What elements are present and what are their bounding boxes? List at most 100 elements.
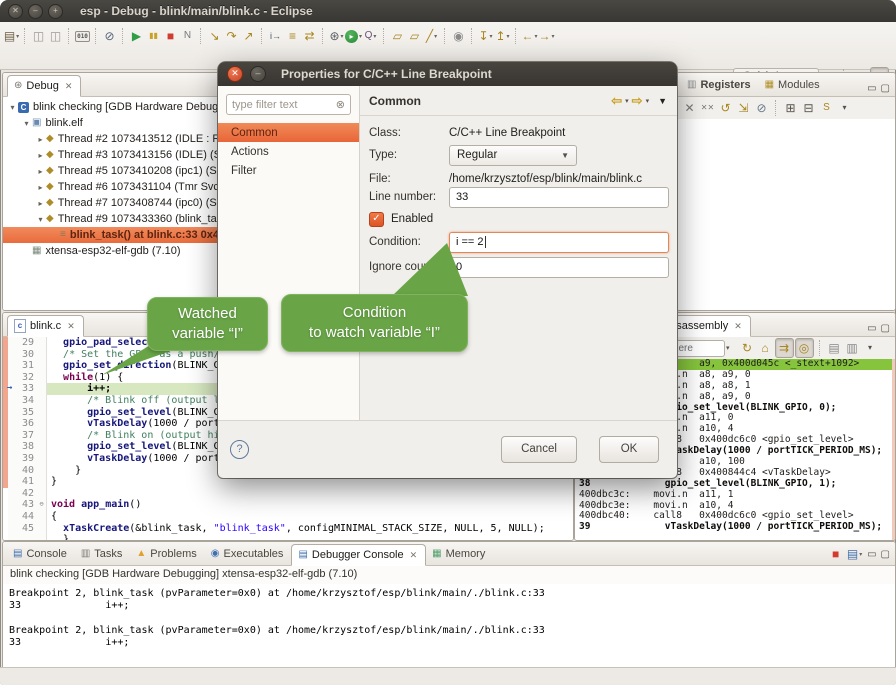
close-icon[interactable]: ✕ [65, 81, 73, 92]
disassembly-line[interactable]: 400dbc3c: movi.n a11, 1 [575, 490, 892, 501]
refresh-icon[interactable]: ↻ [739, 339, 756, 357]
dialog-close-button[interactable]: ✕ [227, 66, 243, 82]
search-icon[interactable]: ╱▾ [423, 27, 440, 45]
enabled-checkbox[interactable]: ✓ [369, 212, 384, 227]
open-console-icon[interactable]: ▤▾ [846, 545, 863, 563]
open-new-view-icon[interactable]: ▤ [826, 339, 843, 357]
back-icon[interactable]: ←▾ [521, 27, 538, 45]
run-icon[interactable]: ▸▾ [345, 27, 362, 45]
window-close-button[interactable]: ✕ [8, 4, 23, 19]
ignore-count-input[interactable]: 0 [449, 257, 669, 278]
tab-debugger-console[interactable]: ▤Debugger Console✕ [291, 544, 426, 566]
filter-input[interactable]: type filter text ⊗ [226, 94, 351, 115]
code-line[interactable]: } [3, 534, 573, 540]
home-icon[interactable]: ⌂ [757, 339, 774, 357]
view-menu-icon[interactable]: ▼ [658, 96, 667, 106]
console-output[interactable]: Breakpoint 2, blink_task (pvParameter=0x… [3, 584, 895, 668]
tab-debug[interactable]: ⊛ Debug ✕ [7, 75, 81, 97]
close-icon[interactable]: ✕ [67, 321, 75, 332]
line-number-input[interactable]: 33 [449, 187, 669, 208]
view-menu-icon[interactable]: ▾ [836, 99, 853, 117]
step-over-icon[interactable]: ↷ [223, 27, 240, 45]
show-columns-icon[interactable]: S [818, 99, 835, 117]
tab-tasks[interactable]: ▥Tasks [75, 543, 131, 565]
line-number[interactable]: 37 [8, 430, 37, 442]
line-number[interactable]: 32 [8, 372, 37, 384]
remove-launch-icon[interactable]: ■ [827, 545, 844, 563]
resume-icon[interactable]: ▶ [128, 27, 145, 45]
tab-blink-c[interactable]: c blink.c ✕ [7, 315, 84, 337]
remove-all-register-groups-icon[interactable]: ✕✕ [699, 99, 716, 117]
view-menu-icon[interactable]: ▾ [862, 339, 879, 357]
cancel-button[interactable]: Cancel [501, 436, 577, 463]
track-expression-icon[interactable]: ◎ [795, 338, 814, 358]
import-registers-icon[interactable]: ⇲ [735, 99, 752, 117]
maximize-icon[interactable]: ▢ [881, 323, 890, 334]
open-resource-icon[interactable]: ▱ [406, 27, 423, 45]
line-number[interactable]: 45 [8, 523, 37, 535]
window-maximize-button[interactable]: + [48, 4, 63, 19]
tab-memory[interactable]: ▦Memory [426, 543, 493, 565]
maximize-icon[interactable]: ▢ [881, 83, 890, 94]
next-annotation-icon[interactable]: ↥▾ [494, 27, 511, 45]
line-number[interactable]: 30 [8, 349, 37, 361]
tree-expander-icon[interactable]: ▾ [7, 103, 18, 112]
line-number[interactable]: 41 [8, 476, 37, 488]
pin-editor-icon[interactable]: ◉ [450, 27, 467, 45]
line-number[interactable]: 42 [8, 488, 37, 500]
chevron-down-icon[interactable]: ▾ [646, 97, 650, 105]
terminate-icon[interactable]: ■ [162, 27, 179, 45]
forward-icon[interactable]: →▾ [538, 27, 555, 45]
remove-register-group-icon[interactable]: ✕ [681, 99, 698, 117]
open-element-icon[interactable]: ▱ [389, 27, 406, 45]
code-line[interactable]: 44{ [3, 511, 573, 523]
deselect-register-icon[interactable]: ⊘ [753, 99, 770, 117]
restore-default-register-groups-icon[interactable]: ↺ [717, 99, 734, 117]
clear-filter-icon[interactable]: ⊗ [336, 98, 345, 111]
code-line[interactable]: 45 xTaskCreate(&blink_task, "blink_task"… [3, 523, 573, 535]
nav-item-filter[interactable]: Filter [218, 161, 359, 180]
tab-console[interactable]: ▤Console [7, 543, 75, 565]
nav-item-actions[interactable]: Actions [218, 142, 359, 161]
nav-item-common[interactable]: Common [218, 123, 359, 142]
type-select[interactable]: Regular ▼ [449, 145, 577, 166]
line-number[interactable]: 34 [8, 395, 37, 407]
new-wizard-icon[interactable]: ▤▾ [3, 27, 20, 45]
expand-all-icon[interactable]: ⊞ [782, 99, 799, 117]
ok-button[interactable]: OK [599, 436, 659, 463]
condition-input[interactable]: i == 2 [449, 232, 669, 253]
collapse-all-icon[interactable]: ⊟ [800, 99, 817, 117]
tab-registers[interactable]: ▥ Registers [681, 74, 759, 96]
close-icon[interactable]: ✕ [410, 550, 418, 561]
tab-problems[interactable]: ▲Problems [130, 543, 204, 565]
tree-expander-icon[interactable]: ▸ [35, 199, 46, 208]
line-number[interactable]: 43 [8, 499, 37, 511]
chevron-down-icon[interactable]: ▾ [625, 97, 629, 105]
skip-all-breakpoints-icon[interactable]: ⊘ [101, 27, 118, 45]
step-into-icon[interactable]: ↘ [206, 27, 223, 45]
step-return-icon[interactable]: ↗ [240, 27, 257, 45]
save-all-icon[interactable]: ◫ [47, 27, 64, 45]
line-number[interactable]: 38 [8, 441, 37, 453]
line-number[interactable]: 35 [8, 407, 37, 419]
code-line[interactable]: 42 [3, 488, 573, 500]
binary-breakpoint-icon[interactable]: 010 [74, 27, 91, 45]
pin-view-icon[interactable]: ▥ [844, 339, 861, 357]
maximize-icon[interactable]: ▢ [881, 549, 890, 560]
minimize-icon[interactable]: ▭ [867, 83, 876, 94]
line-number[interactable]: 29 [8, 337, 37, 349]
use-step-filters-icon[interactable]: ⇄ [301, 27, 318, 45]
save-icon[interactable]: ◫ [30, 27, 47, 45]
disassembly-source-line[interactable]: 39 vTaskDelay(1000 / portTICK_PERIOD_MS)… [575, 522, 892, 533]
line-number[interactable] [8, 534, 37, 540]
close-icon[interactable]: ✕ [734, 321, 742, 332]
tree-expander-icon[interactable]: ▸ [35, 183, 46, 192]
window-minimize-button[interactable]: – [28, 4, 43, 19]
tab-executables[interactable]: ◉Executables [205, 543, 292, 565]
line-number[interactable]: 40 [8, 465, 37, 477]
tree-expander-icon[interactable]: ▾ [21, 119, 32, 128]
suspend-icon[interactable]: ▮▮ [145, 27, 162, 45]
tree-expander-icon[interactable]: ▸ [35, 151, 46, 160]
registers-content[interactable] [677, 119, 895, 310]
tab-modules[interactable]: ▦ Modules [759, 74, 828, 96]
